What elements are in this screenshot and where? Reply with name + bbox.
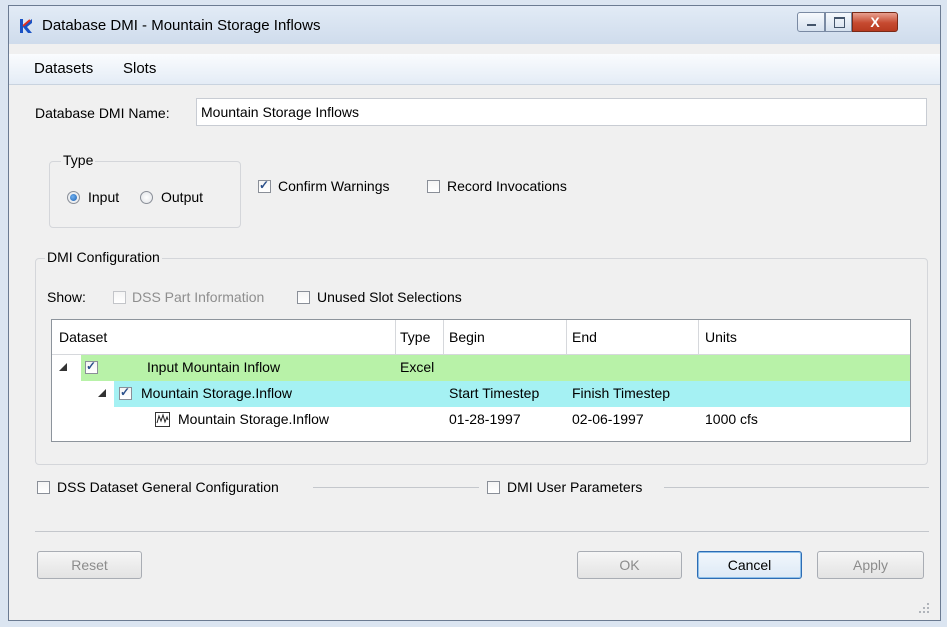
- window-title: Database DMI - Mountain Storage Inflows: [42, 17, 321, 34]
- dmi-configuration-title: DMI Configuration: [45, 249, 162, 265]
- table-header: Dataset Type Begin End Units: [52, 320, 910, 355]
- column-divider: [698, 320, 699, 354]
- button-bar-divider: [35, 531, 929, 532]
- maximize-icon: [834, 17, 845, 28]
- slot-end: 02-06-1997: [572, 411, 644, 427]
- expand-triangle-icon[interactable]: [98, 389, 106, 397]
- title-bar: Database DMI - Mountain Storage Inflows …: [9, 6, 940, 44]
- record-invocations-checkbox[interactable]: [427, 180, 440, 193]
- column-divider: [566, 320, 567, 354]
- column-header-type[interactable]: Type: [400, 329, 430, 345]
- timeseries-slot-icon: [155, 412, 170, 427]
- ok-button[interactable]: OK: [577, 551, 682, 579]
- reset-button[interactable]: Reset: [37, 551, 142, 579]
- dmi-name-label: Database DMI Name:: [35, 105, 170, 121]
- dataset-checkbox[interactable]: [85, 359, 98, 374]
- menu-datasets[interactable]: Datasets: [34, 60, 93, 77]
- close-icon: X: [870, 14, 880, 30]
- slot-end: Finish Timestep: [572, 385, 671, 401]
- column-header-units[interactable]: Units: [705, 329, 737, 345]
- output-radio-label: Output: [161, 189, 204, 205]
- dss-general-config-label: DSS Dataset General Configuration: [57, 479, 279, 495]
- slot-name: Mountain Storage.Inflow: [141, 385, 292, 401]
- dss-general-config-checkbox[interactable]: [37, 481, 50, 494]
- type-group-title: Type: [61, 152, 96, 168]
- slot-checkbox[interactable]: [119, 385, 132, 400]
- column-header-end[interactable]: End: [572, 329, 597, 345]
- minimize-button[interactable]: [797, 12, 825, 32]
- expand-triangle-icon[interactable]: [59, 363, 67, 371]
- column-header-dataset[interactable]: Dataset: [59, 329, 107, 345]
- section-divider: [664, 487, 929, 488]
- dss-part-information-checkbox: [113, 291, 126, 304]
- dmi-name-input[interactable]: Mountain Storage Inflows: [196, 98, 927, 126]
- section-divider: [313, 487, 479, 488]
- show-label: Show:: [47, 289, 86, 305]
- input-radio[interactable]: [67, 191, 80, 204]
- unused-slot-selections-label: Unused Slot Selections: [317, 289, 462, 305]
- resize-grip-icon[interactable]: [918, 602, 930, 614]
- dmi-window: Database DMI - Mountain Storage Inflows …: [8, 5, 941, 621]
- slot-begin: 01-28-1997: [449, 411, 521, 427]
- dss-part-information-label: DSS Part Information: [132, 289, 265, 305]
- slot-name: Mountain Storage.Inflow: [178, 411, 329, 427]
- dataset-table: Dataset Type Begin End Units Input Mount…: [51, 319, 911, 442]
- cancel-button[interactable]: Cancel: [697, 551, 802, 579]
- table-row[interactable]: Mountain Storage.Inflow 01-28-1997 02-06…: [52, 407, 910, 433]
- unused-slot-selections-checkbox[interactable]: [297, 291, 310, 304]
- dmi-user-parameters-label: DMI User Parameters: [507, 479, 643, 495]
- confirm-warnings-label: Confirm Warnings: [278, 178, 390, 194]
- dataset-name: Input Mountain Inflow: [147, 359, 281, 375]
- riverware-app-icon: [20, 19, 32, 33]
- dataset-type: Excel: [400, 359, 435, 375]
- menu-bar: Datasets Slots: [9, 54, 940, 85]
- column-header-begin[interactable]: Begin: [449, 329, 485, 345]
- confirm-warnings-checkbox[interactable]: [258, 178, 271, 193]
- record-invocations-label: Record Invocations: [447, 178, 567, 194]
- output-radio[interactable]: [140, 191, 153, 204]
- table-row[interactable]: Input Mountain Inflow Excel: [52, 355, 910, 381]
- column-divider: [395, 320, 396, 354]
- input-radio-label: Input: [88, 189, 120, 205]
- apply-button[interactable]: Apply: [817, 551, 924, 579]
- menu-slots[interactable]: Slots: [123, 60, 156, 77]
- dmi-user-parameters-checkbox[interactable]: [487, 481, 500, 494]
- table-row[interactable]: Mountain Storage.Inflow Start Timestep F…: [52, 381, 910, 407]
- column-divider: [443, 320, 444, 354]
- maximize-button[interactable]: [825, 12, 852, 32]
- slot-units: 1000 cfs: [705, 411, 758, 427]
- slot-begin: Start Timestep: [449, 385, 540, 401]
- close-button[interactable]: X: [852, 12, 898, 32]
- minimize-icon: [807, 24, 816, 26]
